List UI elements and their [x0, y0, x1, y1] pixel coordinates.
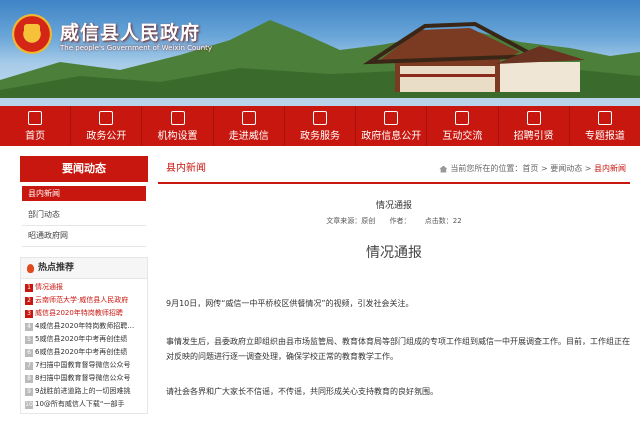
home-icon: [28, 110, 43, 125]
nav-label: 政务公开: [86, 130, 127, 142]
document-icon: [99, 110, 114, 125]
hot-item-text: 威信县2020年特岗教师招聘: [35, 309, 123, 317]
nav-about-weixin[interactable]: 走进威信: [214, 106, 285, 146]
hot-item-text: 8扫描中国教育督导微信公众号: [35, 374, 131, 382]
nav-services[interactable]: 政务服务: [285, 106, 357, 146]
hot-item[interactable]: 7 7扫描中国教育督导微信公众号: [25, 359, 143, 372]
article-source: 文章来源：原创: [326, 217, 376, 225]
nav-government-affairs[interactable]: 政务公开: [71, 106, 143, 146]
article-title: 情况通报: [375, 201, 412, 211]
section-tab[interactable]: 县内新闻: [158, 156, 214, 184]
rank-badge: 7: [25, 361, 33, 370]
nav-label: 政府信息公开: [361, 130, 422, 142]
sidebar-item-department-news[interactable]: 部门动态: [22, 205, 146, 226]
topic-icon: [597, 110, 612, 125]
sidebar-heading: 要闻动态: [20, 156, 148, 182]
hot-item[interactable]: 5 5威信县2020年中考再创佳绩: [25, 333, 143, 346]
hot-item[interactable]: 6 6威信县2020年中考再创佳绩: [25, 346, 143, 359]
hot-item-text: 4威信县2020年特岗教师招聘…: [35, 322, 135, 330]
hot-recommend-heading: 热点推荐: [21, 258, 147, 279]
home-icon: [439, 165, 448, 173]
article-paragraph: 请社会各界和广大家长不信谣，不传谣，共同形成关心支持教育的良好氛围。: [166, 387, 438, 396]
hot-item-text: 10@所有威信人下载“一部手: [35, 400, 125, 408]
nav-interaction[interactable]: 互动交流: [427, 106, 499, 146]
breadcrumb-level1-link[interactable]: 要闻动态: [550, 156, 582, 182]
article-meta: 文章来源：原创 作者： 点击数：22: [158, 216, 630, 226]
org-chart-icon: [170, 110, 185, 125]
nav-label: 招聘引贤: [513, 130, 554, 142]
breadcrumb-current[interactable]: 县内新闻: [594, 156, 626, 182]
hot-item-text: 5威信县2020年中考再创佳绩: [35, 335, 128, 343]
article-panel: 县内新闻 当前您所在的位置： 首页 > 要闻动态 > 县内新闻 情况通报 文章来…: [158, 156, 630, 446]
service-icon: [312, 110, 327, 125]
flag-icon: [241, 110, 256, 125]
nav-label: 互动交流: [442, 130, 483, 142]
sidebar-item-zhaotong-gov[interactable]: 昭通政府网: [22, 226, 146, 247]
rank-badge: 1: [25, 283, 33, 292]
site-title: 威信县人民政府: [60, 22, 201, 44]
rank-badge: 6: [25, 348, 33, 357]
article-author: 作者：: [389, 217, 411, 225]
nav-label: 机构设置: [157, 130, 198, 142]
flame-icon: [27, 263, 34, 273]
nav-recruitment[interactable]: 招聘引贤: [499, 106, 570, 146]
nav-label: 专题报道: [584, 130, 625, 142]
hot-item[interactable]: 9 9战胜前进道路上的一切困难挑: [25, 385, 143, 398]
breadcrumb-prefix: 当前您所在的位置：: [450, 164, 523, 173]
nav-home[interactable]: 首页: [0, 106, 72, 146]
rank-badge: 8: [25, 374, 33, 383]
hot-item-text: 7扫描中国教育督导微信公众号: [35, 361, 131, 369]
breadcrumb-bar: 县内新闻 当前您所在的位置： 首页 > 要闻动态 > 县内新闻: [158, 156, 630, 184]
hot-item-text: 6威信县2020年中考再创佳绩: [35, 348, 128, 356]
rank-badge: 3: [25, 309, 33, 318]
rank-badge: 10: [25, 400, 33, 409]
chat-icon: [455, 110, 470, 125]
rank-badge: 2: [25, 296, 33, 305]
hot-item[interactable]: 1 情况通报: [25, 281, 143, 294]
person-icon: [526, 110, 541, 125]
article-views: 点击数：22: [424, 217, 462, 225]
nav-organization[interactable]: 机构设置: [142, 106, 214, 146]
hot-item[interactable]: 10 10@所有威信人下载“一部手: [25, 398, 143, 411]
nav-label: 首页: [25, 130, 46, 142]
hot-item[interactable]: 8 8扫描中国教育督导微信公众号: [25, 372, 143, 385]
article-paragraph: 9月10日，网传“威信一中平桥校区供餐情况”的视频，引发社会关注。: [166, 299, 414, 308]
nav-label: 政务服务: [299, 130, 340, 142]
breadcrumb-separator: >: [582, 164, 594, 173]
nav-info-disclosure[interactable]: 政府信息公开: [356, 106, 428, 146]
hot-list: 1 情况通报 2 云南师范大学·威信县人民政府 3 威信县2020年特岗教师招聘 44…: [21, 279, 147, 413]
breadcrumb-separator: >: [538, 164, 551, 173]
rank-badge: 5: [25, 335, 33, 344]
hot-item-text: 9战胜前进道路上的一切困难挑: [35, 387, 131, 395]
national-emblem-icon: [12, 14, 52, 54]
breadcrumb: 当前您所在的位置： 首页 > 要闻动态 > 县内新闻: [439, 156, 626, 182]
main-nav: 首页 政务公开 机构设置 走进威信 政务服务 政府信息公开 互动交流 招聘引贤 …: [0, 106, 640, 146]
hot-recommend-box: 热点推荐 1 情况通报 2 云南师范大学·威信县人民政府 3 威信县2020年特岗教师…: [20, 257, 148, 414]
article-heading: 情况通报: [366, 245, 422, 261]
breadcrumb-home-link[interactable]: 首页: [522, 156, 538, 182]
hot-item[interactable]: 2 云南师范大学·威信县人民政府: [25, 294, 143, 307]
nav-label: 走进威信: [228, 130, 269, 142]
hot-item-text: 云南师范大学·威信县人民政府: [35, 296, 129, 304]
sidebar: 要闻动态 县内新闻 部门动态 昭通政府网 热点推荐 1 情况通报 2 云南师范大学·…: [20, 156, 148, 414]
site-subtitle: The people's Government of Weixin County: [60, 44, 213, 52]
nav-special-reports[interactable]: 专题报道: [570, 106, 640, 146]
hot-item[interactable]: 4 4威信县2020年特岗教师招聘…: [25, 320, 143, 333]
info-icon: [384, 110, 399, 125]
hot-heading-label: 热点推荐: [38, 263, 75, 273]
rank-badge: 4: [25, 322, 33, 331]
header-landscape: [0, 20, 640, 106]
site-header: 威信县人民政府 The people's Government of Weixi…: [0, 0, 640, 106]
hot-item-text: 情况通报: [35, 283, 63, 291]
sidebar-item-county-news[interactable]: 县内新闻: [22, 186, 146, 201]
hot-item[interactable]: 3 威信县2020年特岗教师招聘: [25, 307, 143, 320]
rank-badge: 9: [25, 387, 33, 396]
article-paragraph: 事情发生后，县委政府立即组织由县市场监管局、教育体育局等部门组成的专项工作组到威…: [166, 337, 630, 361]
